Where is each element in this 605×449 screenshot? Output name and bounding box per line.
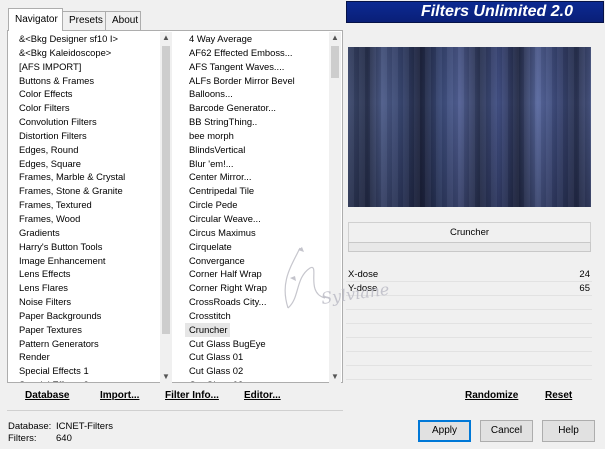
list-item[interactable]: Convolution Filters <box>15 115 160 129</box>
param-row[interactable]: Y-dose 65 <box>346 282 592 296</box>
list-item[interactable]: Special Effects 1 <box>15 364 160 378</box>
list-item[interactable]: Paper Textures <box>15 323 160 337</box>
list-item[interactable]: Blur 'em!... <box>185 157 329 171</box>
filter-title: Cruncher <box>348 222 591 244</box>
list-item[interactable]: Edges, Round <box>15 143 160 157</box>
scroll-thumb[interactable] <box>162 46 170 334</box>
category-scrollbar[interactable]: ▲ ▼ <box>160 32 172 383</box>
list-item[interactable]: Center Mirror... <box>185 170 329 184</box>
list-item[interactable]: ALFs Border Mirror Bevel <box>185 74 329 88</box>
list-item[interactable]: Color Filters <box>15 101 160 115</box>
list-item[interactable]: Cut Glass 02 <box>185 364 329 378</box>
param-value: 24 <box>579 269 590 280</box>
preview-image <box>348 47 591 207</box>
list-item[interactable]: Distortion Filters <box>15 129 160 143</box>
param-row[interactable] <box>346 324 592 338</box>
database-button[interactable]: Database <box>25 390 69 401</box>
param-row[interactable] <box>346 310 592 324</box>
tab-navigator[interactable]: Navigator <box>8 8 63 31</box>
list-item[interactable]: Barcode Generator... <box>185 101 329 115</box>
list-item[interactable]: Crosstitch <box>185 309 329 323</box>
list-item[interactable]: Frames, Textured <box>15 198 160 212</box>
list-item[interactable]: Cut Glass 03 <box>185 378 329 382</box>
list-item[interactable]: Circus Maximus <box>185 226 329 240</box>
tab-presets[interactable]: Presets <box>62 11 106 30</box>
database-label: Database: <box>8 421 52 432</box>
scroll-thumb[interactable] <box>331 46 339 78</box>
reset-button[interactable]: Reset <box>545 390 572 401</box>
list-item[interactable]: Harry's Button Tools <box>15 240 160 254</box>
list-item[interactable]: Circular Weave... <box>185 212 329 226</box>
scroll-up-icon[interactable]: ▲ <box>160 32 172 44</box>
database-value: ICNET-Filters <box>56 421 113 432</box>
list-item[interactable]: Pattern Generators <box>15 337 160 351</box>
list-item[interactable]: Lens Effects <box>15 267 160 281</box>
param-row[interactable]: X-dose 24 <box>346 268 592 282</box>
filters-count-value: 640 <box>56 433 72 444</box>
list-item[interactable]: [AFS IMPORT] <box>15 60 160 74</box>
list-item[interactable]: Special Effects 2 <box>15 378 160 382</box>
list-item[interactable]: AFS Tangent Waves.... <box>185 60 329 74</box>
param-row[interactable] <box>346 296 592 310</box>
list-item[interactable]: Cut Glass 01 <box>185 350 329 364</box>
param-value: 65 <box>579 283 590 294</box>
import-button[interactable]: Import... <box>100 390 139 401</box>
parameter-list[interactable]: X-dose 24 Y-dose 65 <box>346 268 592 380</box>
param-row[interactable] <box>346 352 592 366</box>
filter-control-bar <box>348 242 591 252</box>
tab-about[interactable]: About <box>105 11 141 30</box>
list-item[interactable]: Paper Backgrounds <box>15 309 160 323</box>
list-item[interactable]: Frames, Marble & Crystal <box>15 170 160 184</box>
list-item[interactable]: Gradients <box>15 226 160 240</box>
param-row[interactable] <box>346 338 592 352</box>
editor-button[interactable]: Editor... <box>244 390 281 401</box>
list-item[interactable]: AF62 Effected Emboss... <box>185 46 329 60</box>
list-item[interactable]: Cut Glass BugEye <box>185 337 329 351</box>
scroll-down-icon[interactable]: ▼ <box>160 371 172 383</box>
randomize-button[interactable]: Randomize <box>465 390 518 401</box>
scroll-down-icon[interactable]: ▼ <box>329 371 341 383</box>
list-item[interactable]: Corner Half Wrap <box>185 267 329 281</box>
list-item[interactable]: Image Enhancement <box>15 254 160 268</box>
list-item[interactable]: 4 Way Average <box>185 32 329 46</box>
list-item[interactable]: Centripedal Tile <box>185 184 329 198</box>
list-item[interactable]: Cruncher <box>185 322 230 337</box>
list-item[interactable]: CrossRoads City... <box>185 295 329 309</box>
cancel-button[interactable]: Cancel <box>480 420 533 442</box>
list-item[interactable]: Circle Pede <box>185 198 329 212</box>
list-item[interactable]: Convergance <box>185 254 329 268</box>
param-label: Y-dose <box>348 283 378 294</box>
help-button[interactable]: Help <box>542 420 595 442</box>
list-item[interactable]: Noise Filters <box>15 295 160 309</box>
list-item[interactable]: Edges, Square <box>15 157 160 171</box>
list-item[interactable]: Balloons... <box>185 87 329 101</box>
list-item[interactable]: BlindsVertical <box>185 143 329 157</box>
filter-list[interactable]: 4 Way Average AF62 Effected Emboss... AFS … <box>185 32 329 382</box>
list-item[interactable]: &<Bkg Designer sf10 I> <box>15 32 160 46</box>
list-item[interactable]: bee morph <box>185 129 329 143</box>
list-item[interactable]: Frames, Wood <box>15 212 160 226</box>
list-item[interactable]: Cirquelate <box>185 240 329 254</box>
filter-info-button[interactable]: Filter Info... <box>165 390 219 401</box>
divider <box>7 410 343 411</box>
list-item[interactable]: Corner Right Wrap <box>185 281 329 295</box>
list-item[interactable]: &<Bkg Kaleidoscope> <box>15 46 160 60</box>
list-item[interactable]: Render <box>15 350 160 364</box>
list-item[interactable]: Frames, Stone & Granite <box>15 184 160 198</box>
app-title-banner: Filters Unlimited 2.0 <box>346 1 604 23</box>
category-list[interactable]: &<Bkg Designer sf10 I> &<Bkg Kaleidoscope… <box>15 32 160 382</box>
filter-scrollbar[interactable]: ▲ ▼ <box>329 32 341 383</box>
list-item[interactable]: Buttons & Frames <box>15 74 160 88</box>
param-label: X-dose <box>348 269 379 280</box>
list-item[interactable]: Lens Flares <box>15 281 160 295</box>
list-item[interactable]: Color Effects <box>15 87 160 101</box>
param-row[interactable] <box>346 366 592 380</box>
apply-button[interactable]: Apply <box>418 420 471 442</box>
scroll-up-icon[interactable]: ▲ <box>329 32 341 44</box>
filters-count-label: Filters: <box>8 433 37 444</box>
list-item[interactable]: BB StringThing.. <box>185 115 329 129</box>
